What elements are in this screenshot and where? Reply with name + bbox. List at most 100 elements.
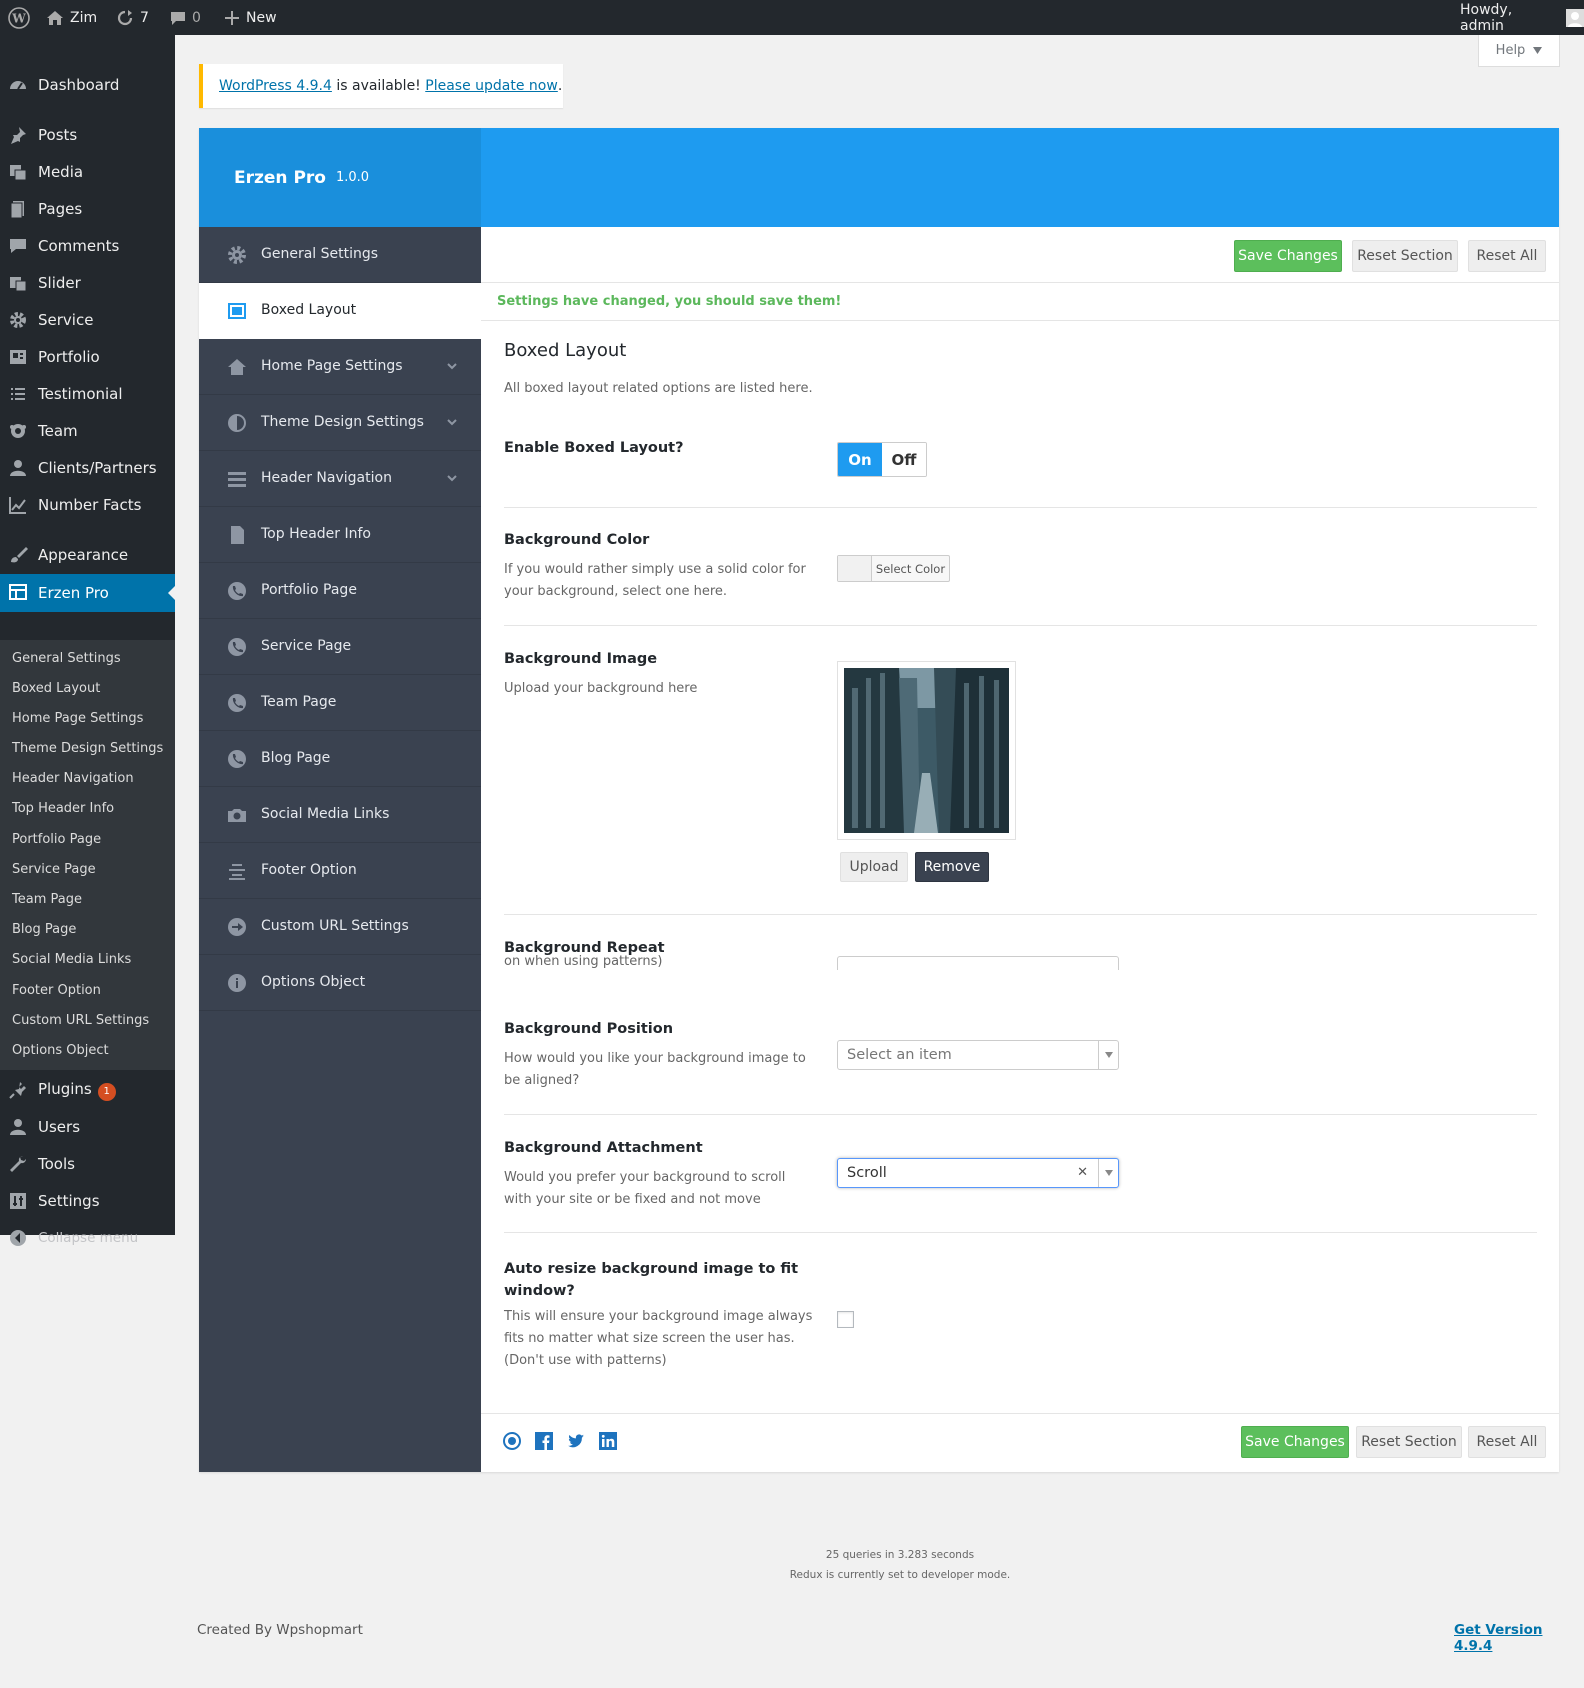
avatar (1566, 8, 1584, 27)
nav-general-settings[interactable]: General Settings (199, 227, 481, 283)
devmode-text: Redux is currently set to developer mode… (789, 1569, 1011, 1581)
github-icon[interactable] (503, 1432, 521, 1450)
nav-custom-url-settings[interactable]: Custom URL Settings (199, 899, 481, 955)
nav-theme-design-settings[interactable]: Theme Design Settings (199, 395, 481, 451)
submenu-options-object[interactable]: Options Object (12, 1043, 109, 1058)
switch-off[interactable]: Off (882, 443, 926, 476)
wordpress-version-link[interactable]: WordPress 4.9.4 (219, 78, 332, 94)
reset-section-button-bottom[interactable]: Reset Section (1356, 1426, 1462, 1458)
collapse-icon (8, 1228, 28, 1248)
submenu-blog-page[interactable]: Blog Page (12, 922, 76, 937)
sidebar-item-portfolio[interactable]: Portfolio (0, 339, 175, 375)
upload-button[interactable]: Upload (840, 852, 908, 882)
sidebar-item-erzen-pro[interactable]: Erzen Pro (0, 574, 176, 612)
nav-footer-option[interactable]: Footer Option (199, 843, 481, 899)
sidebar-item-plugins[interactable]: Plugins 1 (0, 1072, 175, 1108)
bgposition-select[interactable]: Select an item (837, 1040, 1119, 1070)
wp-logo-icon[interactable]: W (8, 0, 30, 35)
sidebar-item-users[interactable]: Users (0, 1109, 175, 1145)
linkedin-icon[interactable] (599, 1432, 617, 1450)
comments-link[interactable]: 0 (170, 0, 201, 35)
bgattach-title: Background Attachment (504, 1140, 703, 1156)
sidebar-item-appearance[interactable]: Appearance (0, 537, 175, 573)
submenu-social-media-links[interactable]: Social Media Links (12, 952, 131, 967)
field-divider (504, 625, 1537, 626)
switch-on[interactable]: On (838, 443, 882, 476)
sidebar-item-tools[interactable]: Tools (0, 1146, 175, 1182)
save-changes-button-bottom[interactable]: Save Changes (1241, 1426, 1349, 1458)
admin-bar: W Zim 7 0 New Howdy, admin (0, 0, 1584, 35)
sidebar-item-number-facts[interactable]: Number Facts (0, 487, 175, 523)
get-version-link[interactable]: Get Version 4.9.4 (1454, 1622, 1584, 1654)
layout-icon (227, 301, 247, 321)
submenu-portfolio-page[interactable]: Portfolio Page (12, 832, 101, 847)
sidebar-item-team[interactable]: Team (0, 413, 175, 449)
submenu-general-settings[interactable]: General Settings (12, 651, 121, 666)
color-picker-button[interactable]: Select Color (837, 555, 950, 582)
sidebar-item-clients-partners[interactable]: Clients/Partners (0, 450, 175, 486)
chart-icon (8, 495, 28, 515)
submenu-header-navigation[interactable]: Header Navigation (12, 771, 134, 786)
phone-icon (227, 581, 247, 601)
plugins-label: Plugins (38, 1079, 92, 1098)
sidebar-collapse-menu[interactable]: Collapse menu (0, 1220, 175, 1256)
updates-link[interactable]: 7 (116, 0, 149, 35)
submenu-top-header-info[interactable]: Top Header Info (12, 801, 114, 816)
sidebar-item-slider[interactable]: Slider (0, 265, 175, 301)
nav-blog-page[interactable]: Blog Page (199, 731, 481, 787)
submenu-team-page[interactable]: Team Page (12, 892, 82, 907)
field-divider (504, 507, 1537, 508)
help-label: Help (1495, 43, 1526, 58)
reset-section-button-top[interactable]: Reset Section (1352, 240, 1458, 272)
sidebar-item-service[interactable]: Service (0, 302, 175, 338)
sidebar-item-posts[interactable]: Posts (0, 117, 175, 153)
new-label: New (246, 9, 277, 26)
sidebar-item-settings[interactable]: Settings (0, 1183, 175, 1219)
nav-header-navigation[interactable]: Header Navigation (199, 451, 481, 507)
bgrepeat-select[interactable] (837, 956, 1119, 970)
twitter-icon[interactable] (567, 1432, 585, 1450)
sidebar-item-pages[interactable]: Pages (0, 191, 175, 227)
bgcolor-title: Background Color (504, 532, 650, 548)
home-icon (46, 10, 64, 26)
submenu-footer-option[interactable]: Footer Option (12, 983, 101, 998)
nav-service-page[interactable]: Service Page (199, 619, 481, 675)
autoresize-checkbox[interactable] (837, 1311, 854, 1328)
reset-all-button-top[interactable]: Reset All (1468, 240, 1546, 272)
gear-icon (8, 310, 28, 330)
save-changes-button-top[interactable]: Save Changes (1234, 240, 1342, 272)
remove-button[interactable]: Remove (915, 852, 989, 882)
submenu-boxed-layout[interactable]: Boxed Layout (12, 681, 100, 696)
clear-selection-icon[interactable]: ✕ (1077, 1165, 1088, 1180)
select-color-label: Select Color (875, 561, 946, 576)
nav-home-page-settings[interactable]: Home Page Settings (199, 339, 481, 395)
help-tab-button[interactable]: Help (1478, 35, 1560, 67)
new-content-link[interactable]: New (224, 0, 277, 35)
sidebar-item-media[interactable]: Media (0, 154, 175, 190)
nav-social-media-links[interactable]: Social Media Links (199, 787, 481, 843)
submenu-theme-design-settings[interactable]: Theme Design Settings (12, 741, 163, 756)
site-name-link[interactable]: Zim (46, 0, 97, 35)
toolbar-divider (481, 282, 1559, 283)
facebook-icon[interactable] (535, 1432, 553, 1450)
submenu-service-page[interactable]: Service Page (12, 862, 96, 877)
slider-icon (8, 273, 28, 293)
nav-team-page[interactable]: Team Page (199, 675, 481, 731)
nav-portfolio-page[interactable]: Portfolio Page (199, 563, 481, 619)
nav-top-header-info[interactable]: Top Header Info (199, 507, 481, 563)
sidebar-item-testimonial[interactable]: Testimonial (0, 376, 175, 412)
bgposition-title: Background Position (504, 1021, 674, 1037)
bgattach-select[interactable]: Scroll ✕ (837, 1158, 1119, 1188)
account-menu[interactable]: Howdy, admin (1460, 0, 1584, 35)
sidebar-item-comments[interactable]: Comments (0, 228, 175, 264)
nav-options-object[interactable]: Options Object (199, 955, 481, 1011)
boxed-layout-switch[interactable]: On Off (837, 442, 927, 477)
nav-boxed-layout[interactable]: Boxed Layout (199, 283, 481, 339)
please-update-link[interactable]: Please update now (425, 78, 558, 94)
sidebar-item-dashboard[interactable]: Dashboard (0, 67, 175, 103)
reset-all-button-bottom[interactable]: Reset All (1468, 1426, 1546, 1458)
submenu-custom-url-settings[interactable]: Custom URL Settings (12, 1013, 149, 1028)
submenu-home-page-settings[interactable]: Home Page Settings (12, 711, 143, 726)
select-arrow-icon (1098, 1159, 1118, 1187)
site-name: Zim (70, 9, 98, 26)
